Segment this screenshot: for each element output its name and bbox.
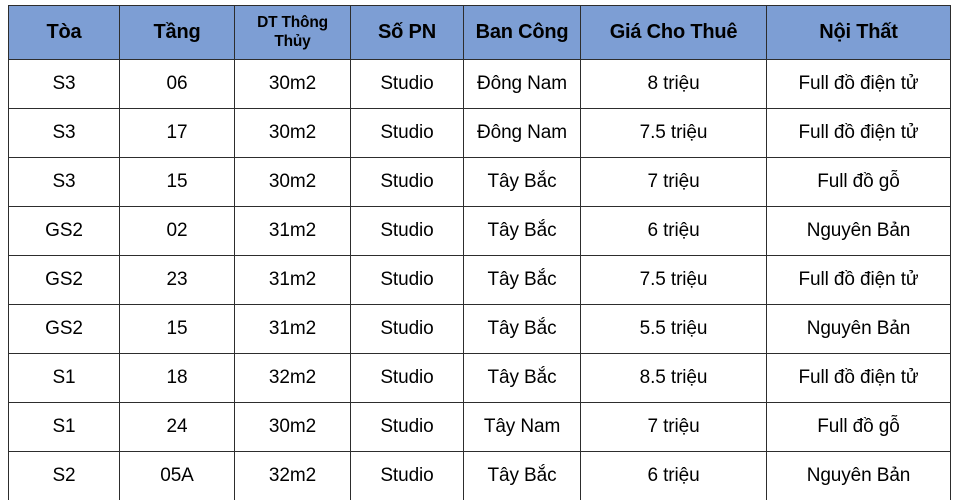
cell-tang: 06 [119,59,235,109]
table-header: Tòa Tầng DT Thông Thủy Số PN Ban Công Gi… [8,5,951,60]
cell-noithat: Full đồ điện tử [766,353,951,403]
cell-gia: 6 triệu [580,451,767,500]
cell-sopn: Studio [350,108,464,158]
cell-sopn: Studio [350,304,464,354]
cell-noithat: Full đồ gỗ [766,402,951,452]
cell-noithat: Nguyên Bản [766,304,951,354]
cell-toa: S1 [8,353,120,403]
cell-dt: 30m2 [234,108,351,158]
cell-dt: 31m2 [234,206,351,256]
cell-bancong: Đông Nam [463,108,581,158]
column-header-tang: Tầng [119,5,235,60]
table-row: S2 05A 32m2 Studio Tây Bắc 6 triệu Nguyên Bản [8,451,951,500]
cell-tang: 17 [119,108,235,158]
cell-sopn: Studio [350,255,464,305]
column-header-noi-that: Nội Thất [766,5,951,60]
cell-bancong: Đông Nam [463,59,581,109]
cell-gia: 6 triệu [580,206,767,256]
table-row: S1 24 30m2 Studio Tây Nam 7 triệu Full đồ gỗ [8,402,951,452]
table-row: GS2 02 31m2 Studio Tây Bắc 6 triệu Nguyên Bản [8,206,951,256]
table-row: S3 17 30m2 Studio Đông Nam 7.5 triệu Full đồ đ… [8,108,951,158]
cell-dt: 31m2 [234,304,351,354]
apartment-listing-table: Tòa Tầng DT Thông Thủy Số PN Ban Công Gi… [8,5,951,500]
cell-sopn: Studio [350,157,464,207]
cell-bancong: Tây Bắc [463,353,581,403]
table-row: S1 18 32m2 Studio Tây Bắc 8.5 triệu Full đồ đi… [8,353,951,403]
cell-bancong: Tây Bắc [463,304,581,354]
cell-bancong: Tây Nam [463,402,581,452]
cell-dt: 32m2 [234,451,351,500]
cell-toa: S3 [8,59,120,109]
cell-noithat: Full đồ điện tử [766,59,951,109]
cell-tang: 24 [119,402,235,452]
column-header-gia-cho-thue: Giá Cho Thuê [580,5,767,60]
cell-gia: 7 triệu [580,402,767,452]
cell-noithat: Full đồ điện tử [766,255,951,305]
cell-noithat: Nguyên Bản [766,451,951,500]
cell-sopn: Studio [350,59,464,109]
cell-toa: S1 [8,402,120,452]
cell-toa: S3 [8,157,120,207]
column-header-so-pn: Số PN [350,5,464,60]
cell-tang: 23 [119,255,235,305]
cell-gia: 7.5 triệu [580,255,767,305]
table-row: S3 06 30m2 Studio Đông Nam 8 triệu Full đồ điệ… [8,59,951,109]
cell-tang: 15 [119,304,235,354]
cell-tang: 18 [119,353,235,403]
cell-bancong: Tây Bắc [463,255,581,305]
cell-noithat: Nguyên Bản [766,206,951,256]
cell-tang: 15 [119,157,235,207]
cell-sopn: Studio [350,451,464,500]
cell-sopn: Studio [350,353,464,403]
cell-dt: 32m2 [234,353,351,403]
cell-tang: 05A [119,451,235,500]
apartment-listing-table-page: Tòa Tầng DT Thông Thủy Số PN Ban Công Gi… [0,0,960,500]
table-row: GS2 15 31m2 Studio Tây Bắc 5.5 triệu Nguyên Bả… [8,304,951,354]
cell-dt: 30m2 [234,59,351,109]
cell-bancong: Tây Bắc [463,157,581,207]
cell-toa: S3 [8,108,120,158]
cell-bancong: Tây Bắc [463,451,581,500]
cell-gia: 7 triệu [580,157,767,207]
cell-gia: 8 triệu [580,59,767,109]
column-header-toa: Tòa [8,5,120,60]
cell-bancong: Tây Bắc [463,206,581,256]
cell-dt: 30m2 [234,402,351,452]
column-header-ban-cong: Ban Công [463,5,581,60]
cell-noithat: Full đồ gỗ [766,157,951,207]
cell-gia: 5.5 triệu [580,304,767,354]
cell-toa: GS2 [8,206,120,256]
cell-toa: GS2 [8,304,120,354]
table-body: S3 06 30m2 Studio Đông Nam 8 triệu Full đồ điệ… [8,59,951,500]
column-header-dt-thong-thuy: DT Thông Thủy [234,5,351,60]
cell-noithat: Full đồ điện tử [766,108,951,158]
cell-sopn: Studio [350,402,464,452]
cell-toa: S2 [8,451,120,500]
cell-gia: 8.5 triệu [580,353,767,403]
cell-gia: 7.5 triệu [580,108,767,158]
column-header-dt-line2: Thủy [274,32,311,50]
table-row: GS2 23 31m2 Studio Tây Bắc 7.5 triệu Full đồ đ… [8,255,951,305]
table-header-row: Tòa Tầng DT Thông Thủy Số PN Ban Công Gi… [8,5,951,60]
table-row: S3 15 30m2 Studio Tây Bắc 7 triệu Full đồ gỗ [8,157,951,207]
cell-tang: 02 [119,206,235,256]
cell-sopn: Studio [350,206,464,256]
cell-dt: 30m2 [234,157,351,207]
cell-toa: GS2 [8,255,120,305]
cell-dt: 31m2 [234,255,351,305]
column-header-dt-line1: DT Thông [257,14,328,32]
